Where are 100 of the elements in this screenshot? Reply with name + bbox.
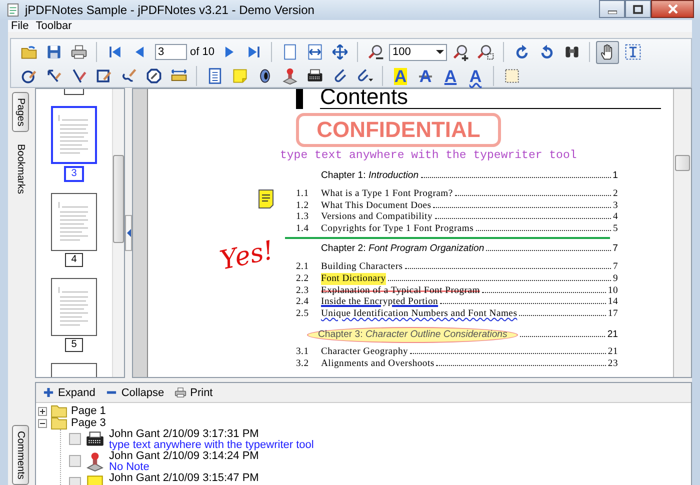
dashed-square-icon [502, 67, 520, 85]
page-node-label[interactable]: Page 1 [71, 405, 106, 417]
section-title: Building Characters [321, 261, 403, 273]
octagon-icon [144, 67, 162, 85]
comment-note: type text anywhere with the typewriter tool [109, 440, 314, 451]
app-icon [6, 3, 20, 17]
page-number: 7 [612, 243, 618, 256]
page-number: 23 [608, 358, 618, 370]
chapter-title: Chapter 2: Font Program Organization [321, 243, 484, 256]
comment-author[interactable]: John Gant 2/10/09 3:17:31 PM [109, 429, 314, 440]
hand-button[interactable] [596, 40, 620, 64]
section-number: 3.1 [296, 346, 310, 358]
section-title: Character Geography [321, 346, 408, 358]
maximize-icon [633, 4, 643, 14]
page-number: 7 [612, 261, 618, 273]
page-number-label: 3 [64, 166, 84, 182]
side-tab[interactable]: Bookmarks [12, 138, 29, 200]
zoom-in-icon [452, 43, 470, 61]
page-number-field[interactable]: 3 [155, 44, 187, 60]
menu-item[interactable]: File [11, 20, 29, 32]
folder-icon [50, 416, 68, 430]
collapse-arrow-icon [126, 229, 130, 237]
page-number: 14 [608, 296, 618, 308]
page-count-label: of 10 [190, 46, 214, 58]
collapse-button[interactable]: Collapse [105, 386, 164, 399]
page-number: 3 [612, 200, 618, 212]
expand-toggle-icon[interactable] [38, 406, 47, 416]
maximize-button[interactable] [625, 0, 651, 18]
section-title: What This Document Does [321, 200, 432, 212]
section-number: 1.3 [296, 211, 310, 223]
checkbox[interactable] [69, 455, 81, 467]
fit-width-icon [306, 43, 324, 61]
expand-button[interactable]: Expand [42, 386, 96, 399]
print-button[interactable]: Print [174, 386, 213, 399]
text-cursor-icon [624, 43, 642, 61]
page-number: 21 [607, 329, 618, 342]
splitter-handle[interactable] [125, 215, 132, 251]
section-number: 2.3 [296, 284, 310, 296]
underline-text-button[interactable]: A [439, 64, 462, 88]
page-thumbnail[interactable] [51, 106, 97, 164]
section-number: 1.1 [296, 188, 310, 200]
scrollbar-thumb[interactable] [113, 155, 124, 243]
checkbox[interactable] [69, 433, 81, 445]
chapter-title: Chapter 1: Introduction [321, 170, 419, 182]
stamp-icon [84, 451, 106, 472]
section-number: 1.2 [296, 200, 310, 212]
page-number-label: 4 [65, 253, 83, 267]
close-button[interactable] [651, 0, 694, 18]
section-number: 2.5 [296, 308, 310, 320]
section-title: Unique Identification Numbers and Font Names [321, 308, 518, 320]
confidential-stamp: CONFIDENTIAL [296, 113, 501, 147]
expand-toggle-icon[interactable] [38, 418, 47, 428]
sticky-note-icon [230, 67, 248, 85]
ink-annotation: Yes! [217, 236, 277, 276]
section-title: Versions and Compatibility [321, 211, 432, 223]
page-number: 17 [608, 308, 618, 320]
zoom-area-icon [476, 43, 495, 61]
comment-author[interactable]: John Gant 2/10/09 3:15:47 PM [109, 473, 259, 484]
typewriter-text: type text anywhere with the typewriter tool [280, 149, 577, 162]
caret-icon [436, 50, 444, 54]
open-folder-icon [20, 43, 38, 61]
window-title: jPDFNotes Sample - jPDFNotes v3.21 - Demo Version [25, 3, 314, 17]
plus-icon [42, 386, 55, 399]
page-number: 4 [612, 211, 618, 223]
printer-icon [70, 43, 88, 61]
arrow-pencil-icon [44, 67, 62, 85]
section-number: 3.2 [296, 358, 310, 370]
page-node-label[interactable]: Page 3 [71, 417, 106, 429]
section-number: 2.2 [296, 272, 310, 285]
highlight-text-button[interactable]: A [389, 64, 412, 88]
side-tab[interactable]: Comments [12, 424, 29, 485]
page-number: 9 [612, 272, 618, 285]
close-icon [668, 4, 678, 14]
side-tab[interactable]: Pages [12, 92, 29, 132]
zoom-combo[interactable]: 100 [389, 44, 448, 60]
printer-icon [174, 386, 188, 399]
sticky-note-icon[interactable] [258, 189, 274, 209]
squiggly-text-button[interactable]: A [464, 64, 487, 88]
scrollbar-thumb[interactable] [675, 155, 690, 171]
page-number: 2 [612, 188, 618, 200]
page-number: 5 [612, 222, 618, 234]
four-arrows-icon [330, 43, 349, 61]
page-number-label: 5 [65, 338, 83, 352]
square-pencil-icon [94, 67, 112, 85]
section-title: What is a Type 1 Font Program? [321, 188, 453, 200]
menu-item[interactable]: Toolbar [36, 20, 72, 32]
minimize-button[interactable] [599, 0, 625, 18]
section-title: Inside the Encrypted Portion [321, 296, 438, 308]
page-number: 21 [608, 346, 618, 358]
section-title: Font Dictionary [321, 272, 386, 285]
page-thumbnail[interactable] [51, 278, 97, 336]
page-label-box [64, 89, 84, 95]
section-title: Copyrights for Type 1 Font Programs [321, 222, 474, 234]
chapter-title: Chapter 3: Character Outline Considerations [307, 327, 518, 344]
comment-author[interactable]: John Gant 2/10/09 3:14:24 PM [109, 451, 259, 462]
section-number: 2.4 [296, 296, 310, 308]
page-number: 10 [608, 284, 618, 296]
section-number: 2.1 [296, 261, 310, 273]
page-thumbnail[interactable] [51, 193, 97, 251]
page-number: 1 [612, 170, 618, 182]
